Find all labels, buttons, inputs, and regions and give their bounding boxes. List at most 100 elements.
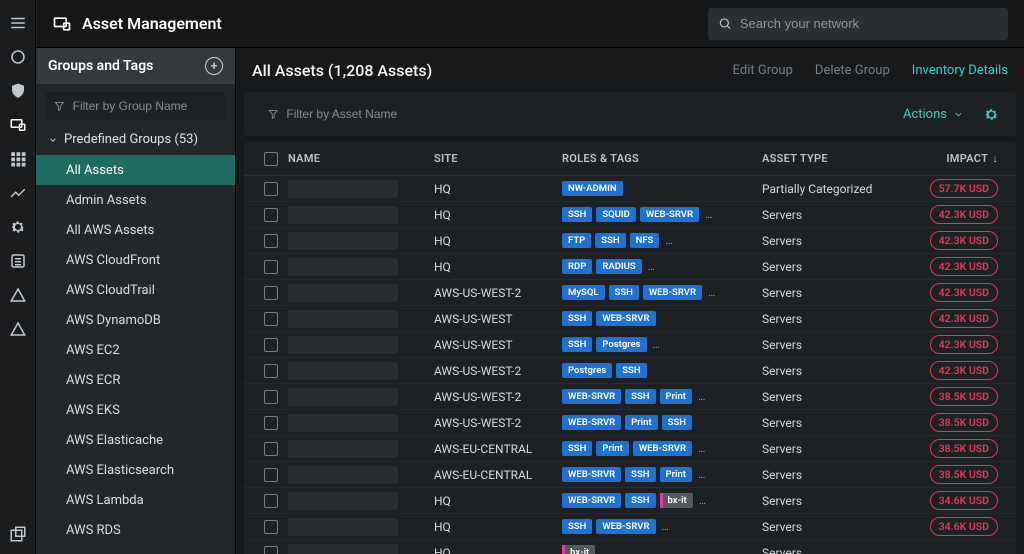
- sidebar-item[interactable]: AWS RDS: [36, 515, 235, 545]
- tag[interactable]: WEB-SRVR: [596, 519, 655, 534]
- table-row[interactable]: AWS-US-WESTSSHPostgres…Servers42.3K USD: [244, 332, 1016, 358]
- triangle-icon[interactable]: [8, 285, 28, 305]
- tag[interactable]: WEB-SRVR: [562, 415, 621, 430]
- row-checkbox[interactable]: [264, 390, 278, 404]
- more-tags-icon[interactable]: …: [697, 494, 708, 507]
- row-checkbox[interactable]: [264, 468, 278, 482]
- gear-icon[interactable]: [8, 217, 28, 237]
- tag[interactable]: SSH: [562, 519, 592, 534]
- row-checkbox[interactable]: [264, 286, 278, 300]
- tag[interactable]: SSH: [595, 233, 625, 248]
- tag[interactable]: SSH: [625, 467, 655, 482]
- table-settings-button[interactable]: [982, 105, 1000, 123]
- sidebar-item[interactable]: All Assets: [36, 155, 235, 185]
- tag[interactable]: bx-it: [562, 545, 595, 554]
- sidebar-item[interactable]: AWS EKS: [36, 395, 235, 425]
- tag[interactable]: MySQL: [562, 285, 605, 300]
- sidebar-item[interactable]: AWS ECR: [36, 365, 235, 395]
- tag[interactable]: bx-it: [660, 493, 693, 508]
- sidebar-item[interactable]: AWS CloudFront: [36, 245, 235, 275]
- tag[interactable]: WEB-SRVR: [633, 441, 692, 456]
- sidebar-item[interactable]: AWS Elasticache: [36, 425, 235, 455]
- tag[interactable]: SSH: [562, 337, 592, 352]
- analytics-icon[interactable]: [8, 183, 28, 203]
- more-tags-icon[interactable]: …: [706, 286, 717, 299]
- tag[interactable]: SSH: [562, 207, 592, 222]
- tag[interactable]: SSH: [662, 415, 692, 430]
- tag[interactable]: WEB-SRVR: [643, 285, 702, 300]
- tag[interactable]: NFS: [630, 233, 660, 248]
- more-tags-icon[interactable]: …: [663, 234, 674, 247]
- tag[interactable]: WEB-SRVR: [640, 207, 699, 222]
- group-parent[interactable]: Predefined Groups (53): [36, 124, 235, 155]
- more-tags-icon[interactable]: …: [651, 338, 662, 351]
- more-tags-icon[interactable]: …: [599, 546, 610, 554]
- more-tags-icon[interactable]: …: [646, 260, 657, 273]
- table-row[interactable]: HQSSHWEB-SRVR…Servers34.6K USD: [244, 514, 1016, 540]
- tag[interactable]: Postgres: [562, 363, 612, 378]
- more-tags-icon[interactable]: …: [696, 390, 707, 403]
- asset-filter-input[interactable]: [286, 107, 408, 121]
- shield-icon[interactable]: [8, 81, 28, 101]
- table-row[interactable]: AWS-EU-CENTRALWEB-SRVRSSHPrint…Servers38…: [244, 462, 1016, 488]
- col-header-impact[interactable]: IMPACT ↓: [892, 152, 1006, 165]
- tag[interactable]: RDP: [562, 259, 592, 274]
- col-header-name[interactable]: NAME: [288, 152, 434, 165]
- row-checkbox[interactable]: [264, 260, 278, 274]
- tag[interactable]: SSH: [616, 363, 646, 378]
- sidebar-item[interactable]: AWS CloudTrail: [36, 275, 235, 305]
- add-group-button[interactable]: +: [205, 57, 223, 75]
- table-row[interactable]: HQRDPRADIUS…Servers42.3K USD: [244, 254, 1016, 280]
- sidebar-item[interactable]: AWS Lambda: [36, 485, 235, 515]
- table-row[interactable]: AWS-US-WEST-2WEB-SRVRSSHPrint…Servers38.…: [244, 384, 1016, 410]
- col-header-site[interactable]: SITE: [434, 152, 562, 165]
- more-tags-icon[interactable]: …: [660, 520, 671, 533]
- table-row[interactable]: HQbx-it…Servers: [244, 540, 1016, 554]
- tag[interactable]: Print: [660, 389, 692, 404]
- row-checkbox[interactable]: [264, 182, 278, 196]
- table-row[interactable]: HQWEB-SRVRSSHbx-it…Servers34.6K USD: [244, 488, 1016, 514]
- dashboard-icon[interactable]: [8, 47, 28, 67]
- table-row[interactable]: HQFTPSSHNFS…Servers42.3K USD: [244, 228, 1016, 254]
- row-checkbox[interactable]: [264, 364, 278, 378]
- col-header-tags[interactable]: ROLES & TAGS: [562, 152, 762, 165]
- table-row[interactable]: AWS-US-WESTSSHWEB-SRVRServers42.3K USD: [244, 306, 1016, 332]
- global-search-input[interactable]: [740, 16, 998, 31]
- inventory-details-link[interactable]: Inventory Details: [912, 63, 1008, 78]
- layout-icon[interactable]: [8, 524, 28, 544]
- more-tags-icon[interactable]: …: [696, 468, 707, 481]
- row-checkbox[interactable]: [264, 494, 278, 508]
- asset-filter[interactable]: [260, 100, 416, 128]
- tag[interactable]: WEB-SRVR: [562, 467, 621, 482]
- tag[interactable]: SSH: [562, 441, 592, 456]
- row-checkbox[interactable]: [264, 312, 278, 326]
- global-search[interactable]: [708, 8, 1008, 40]
- sidebar-item[interactable]: AWS EC2: [36, 335, 235, 365]
- more-tags-icon[interactable]: …: [703, 208, 714, 221]
- tag[interactable]: SSH: [625, 493, 655, 508]
- row-checkbox[interactable]: [264, 234, 278, 248]
- row-checkbox[interactable]: [264, 442, 278, 456]
- table-row[interactable]: AWS-US-WEST-2WEB-SRVRPrintSSHServers38.5…: [244, 410, 1016, 436]
- sidebar-item[interactable]: Admin Assets: [36, 185, 235, 215]
- tag[interactable]: Print: [660, 467, 692, 482]
- device-icon[interactable]: [8, 115, 28, 135]
- row-checkbox[interactable]: [264, 416, 278, 430]
- table-row[interactable]: AWS-US-WEST-2PostgresSSHServers42.3K USD: [244, 358, 1016, 384]
- tag[interactable]: WEB-SRVR: [596, 311, 655, 326]
- tag[interactable]: NW-ADMIN: [562, 181, 623, 196]
- tag[interactable]: SQUID: [596, 207, 636, 222]
- table-row[interactable]: AWS-US-WEST-2MySQLSSHWEB-SRVR…Servers42.…: [244, 280, 1016, 306]
- row-checkbox[interactable]: [264, 546, 278, 554]
- group-filter[interactable]: [46, 92, 225, 120]
- tag[interactable]: SSH: [562, 311, 592, 326]
- edit-group-link[interactable]: Edit Group: [733, 63, 793, 78]
- triangle-icon-2[interactable]: [8, 319, 28, 339]
- col-header-type[interactable]: ASSET TYPE: [762, 152, 892, 165]
- table-row[interactable]: HQSSHSQUIDWEB-SRVR…Servers42.3K USD: [244, 202, 1016, 228]
- tag[interactable]: FTP: [562, 233, 591, 248]
- table-row[interactable]: AWS-EU-CENTRALSSHPrintWEB-SRVR…Servers38…: [244, 436, 1016, 462]
- select-all-checkbox[interactable]: [264, 152, 278, 166]
- delete-group-link[interactable]: Delete Group: [815, 63, 890, 78]
- tag[interactable]: Postgres: [596, 337, 646, 352]
